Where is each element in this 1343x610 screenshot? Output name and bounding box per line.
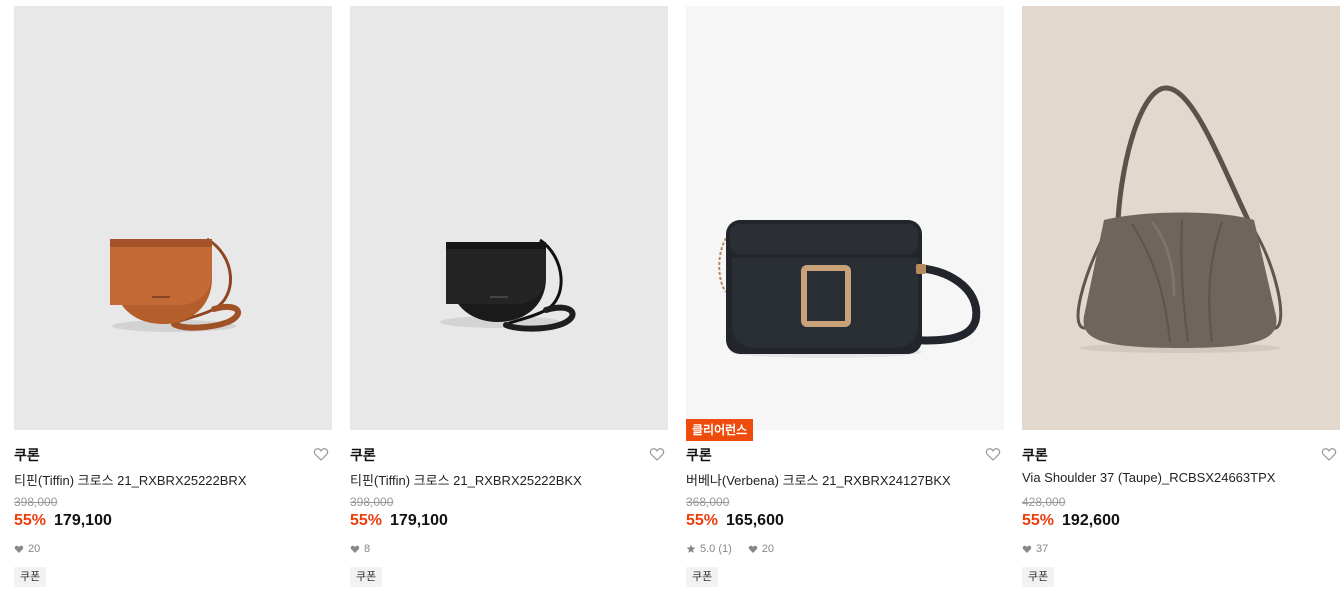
rating: 5.0 (1): [700, 543, 732, 555]
heart-filled-icon: [748, 545, 758, 553]
bag-image-via-shoulder-taupe: [1022, 6, 1340, 430]
heart-outline-icon[interactable]: [649, 446, 665, 462]
like-count: 37: [1036, 543, 1049, 555]
original-price: 398,000: [14, 495, 58, 509]
sale-price: 179,100: [390, 512, 448, 529]
bag-image-tiffin-brown: [14, 6, 332, 430]
sale-price: 179,100: [54, 512, 112, 529]
price-row: 55% 179,100: [350, 512, 448, 530]
product-meta: 37: [1022, 543, 1048, 555]
product-card[interactable]: 쿠론 티핀(Tiffin) 크로스 21_RXBRX25222BKX 398,0…: [350, 6, 668, 606]
product-name[interactable]: 티핀(Tiffin) 크로스 21_RXBRX25222BRX: [14, 470, 247, 489]
coupon-tag: 쿠폰: [350, 567, 383, 587]
price-row: 55% 179,100: [14, 512, 112, 530]
product-meta: 8: [350, 543, 370, 555]
coupon-tag: 쿠폰: [686, 567, 719, 587]
heart-outline-icon[interactable]: [313, 446, 329, 462]
product-name[interactable]: Via Shoulder 37 (Taupe)_RCBSX24663TPX: [1022, 470, 1275, 485]
brand-name: 쿠론: [1022, 447, 1048, 463]
product-card[interactable]: 쿠론 Via Shoulder 37 (Taupe)_RCBSX24663TPX…: [1022, 6, 1340, 606]
brand-name: 쿠론: [14, 447, 40, 463]
sale-price: 192,600: [1062, 512, 1120, 529]
coupon-tag: 쿠폰: [14, 567, 47, 587]
like-count: 8: [364, 543, 371, 555]
discount-rate: 55%: [350, 512, 383, 529]
product-grid: 쿠론 티핀(Tiffin) 크로스 21_RXBRX25222BRX 398,0…: [0, 0, 1343, 610]
heart-filled-icon: [1022, 545, 1032, 553]
sale-price: 165,600: [726, 512, 784, 529]
product-meta: 20: [14, 543, 40, 555]
bag-image-tiffin-black: [350, 6, 668, 430]
price-row: 55% 192,600: [1022, 512, 1120, 530]
bag-image-verbena-black: [686, 6, 1004, 430]
star-icon: [686, 544, 696, 553]
discount-rate: 55%: [1022, 512, 1055, 529]
product-name[interactable]: 버베나(Verbena) 크로스 21_RXBRX24127BKX: [686, 470, 951, 489]
coupon-tag: 쿠폰: [1022, 567, 1055, 587]
heart-filled-icon: [350, 545, 360, 553]
product-image[interactable]: [686, 6, 1004, 430]
heart-outline-icon[interactable]: [1321, 446, 1337, 462]
like-count: 20: [761, 543, 775, 555]
product-card[interactable]: 클리어런스 쿠론 버베나(Verbena) 크로스 21_RXBRX24127B…: [686, 6, 1004, 606]
product-image[interactable]: [350, 6, 668, 430]
brand-name: 쿠론: [350, 447, 376, 463]
product-meta: 5.0 (1) 20: [686, 543, 774, 555]
like-count: 20: [28, 543, 41, 555]
discount-rate: 55%: [686, 512, 719, 529]
clearance-badge: 클리어런스: [686, 419, 754, 441]
heart-outline-icon[interactable]: [985, 446, 1001, 462]
product-image[interactable]: [14, 6, 332, 430]
product-image[interactable]: [1022, 6, 1340, 430]
brand-name: 쿠론: [686, 447, 712, 463]
product-card[interactable]: 쿠론 티핀(Tiffin) 크로스 21_RXBRX25222BRX 398,0…: [14, 6, 332, 606]
product-name[interactable]: 티핀(Tiffin) 크로스 21_RXBRX25222BKX: [350, 470, 582, 489]
original-price: 428,000: [1022, 495, 1066, 509]
heart-filled-icon: [14, 545, 24, 553]
discount-rate: 55%: [14, 512, 47, 529]
price-row: 55% 165,600: [686, 512, 784, 530]
original-price: 368,000: [686, 495, 730, 509]
original-price: 398,000: [350, 495, 394, 509]
